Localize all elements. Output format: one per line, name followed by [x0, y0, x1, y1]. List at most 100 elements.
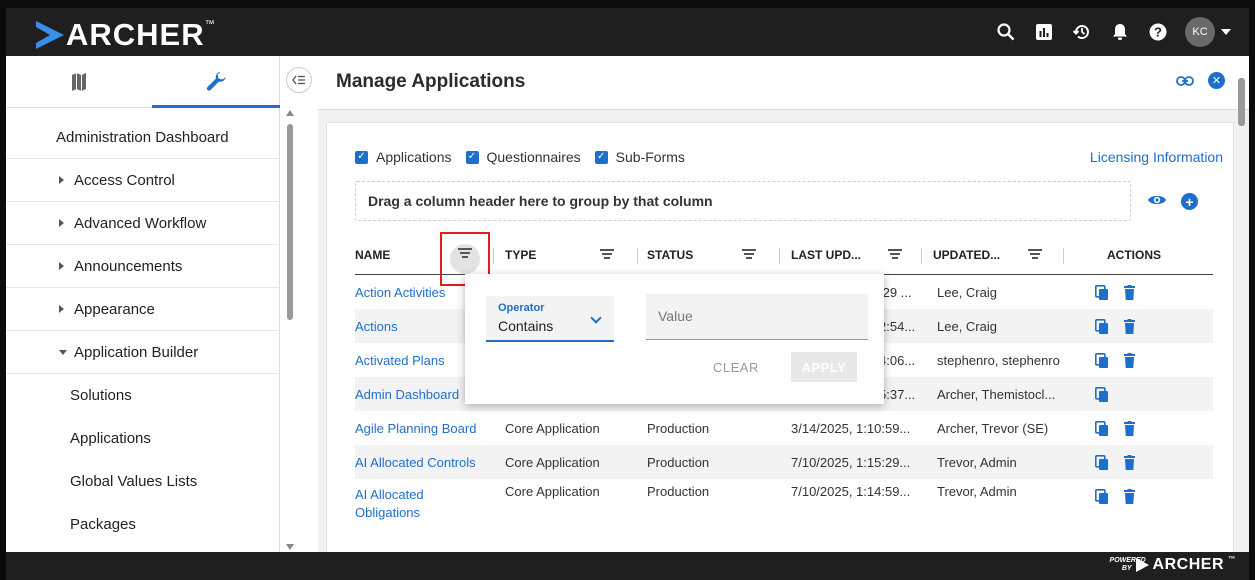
copy-icon[interactable] — [1095, 285, 1109, 306]
tab-workspace[interactable] — [6, 56, 152, 108]
nav-solutions[interactable]: Solutions — [6, 374, 280, 417]
nav-administration-dashboard[interactable]: Administration Dashboard — [6, 116, 280, 159]
nav-access-control[interactable]: Access Control — [6, 159, 280, 202]
admin-nav: Administration Dashboard Access Control … — [6, 116, 280, 546]
nav-appearance[interactable]: Appearance — [6, 288, 280, 331]
close-icon[interactable]: ✕ — [1208, 72, 1225, 89]
eye-icon[interactable] — [1147, 193, 1167, 212]
questionnaires-checkbox[interactable]: ✓ Questionnaires — [465, 149, 581, 165]
nav-application-builder[interactable]: Application Builder — [6, 331, 280, 374]
expand-arrow-icon — [59, 219, 64, 227]
scrollbar-thumb[interactable] — [287, 124, 293, 320]
history-icon[interactable] — [1063, 8, 1101, 56]
subforms-checkbox[interactable]: ✓ Sub-Forms — [594, 149, 685, 165]
nav-announcements[interactable]: Announcements — [6, 245, 280, 288]
app-type: Core Application — [505, 483, 600, 499]
left-panel: Administration Dashboard Access Control … — [6, 56, 280, 552]
updated-by: Lee, Craig — [937, 318, 997, 334]
app-name-link[interactable]: AI Allocated Obligations — [355, 479, 424, 529]
copy-icon[interactable] — [1095, 353, 1109, 374]
help-icon[interactable]: ? — [1139, 8, 1177, 56]
filter-icon[interactable] — [599, 247, 615, 261]
checkbox-label: Sub-Forms — [615, 149, 685, 165]
brand-name: ARCHER — [66, 17, 205, 52]
licensing-information-link[interactable]: Licensing Information — [1090, 149, 1223, 165]
app-name-link[interactable]: AI Allocated Controls — [355, 445, 476, 479]
nav-label: Packages — [70, 516, 136, 533]
reports-icon[interactable] — [1025, 8, 1063, 56]
apply-button[interactable]: APPLY — [791, 352, 857, 382]
link-icon[interactable] — [1176, 75, 1194, 86]
user-menu-caret-icon[interactable] — [1221, 29, 1231, 35]
app-status: Production — [647, 454, 710, 470]
header-actions: ✕ — [1176, 72, 1225, 89]
column-header-name[interactable]: NAME — [355, 235, 390, 275]
app-name-line: AI Allocated — [355, 487, 424, 502]
expand-arrow-icon — [59, 262, 64, 270]
app-name-link[interactable]: Agile Planning Board — [355, 411, 476, 445]
expand-arrow-icon — [59, 305, 64, 313]
bell-icon[interactable] — [1101, 8, 1139, 56]
app-name-link[interactable]: Action Activities — [355, 275, 445, 309]
column-header-updated-by[interactable]: UPDATED... — [933, 235, 1000, 275]
nav-global-values-lists[interactable]: Global Values Lists — [6, 460, 280, 503]
collapse-panel-button[interactable] — [286, 67, 312, 93]
archer-logo[interactable]: ARCHER ™ — [36, 17, 215, 53]
footer-brand-tm: ™ — [1228, 556, 1235, 563]
app-name-link[interactable]: Admin Dashboard — [355, 377, 459, 411]
value-placeholder: Value — [658, 308, 693, 324]
nav-label: Advanced Workflow — [74, 214, 207, 232]
copy-icon[interactable] — [1095, 387, 1109, 408]
operator-value: Contains — [498, 318, 554, 334]
app-name-link[interactable]: Actions — [355, 309, 398, 343]
column-header-last-updated[interactable]: LAST UPD... — [791, 235, 861, 275]
left-scrollbar[interactable] — [286, 110, 294, 550]
scroll-up-icon[interactable] — [286, 110, 294, 116]
clear-button[interactable]: CLEAR — [713, 360, 759, 375]
copy-icon[interactable] — [1095, 455, 1109, 476]
app-name-line: Obligations — [355, 505, 421, 520]
filter-value-input[interactable]: Value — [646, 294, 868, 340]
search-icon[interactable] — [987, 8, 1025, 56]
copy-icon[interactable] — [1095, 319, 1109, 340]
updated-by: Trevor, Admin — [937, 454, 1017, 470]
tab-admin[interactable] — [152, 56, 280, 108]
scroll-down-icon[interactable] — [286, 544, 294, 550]
applications-checkbox[interactable]: ✓ Applications — [355, 149, 452, 165]
collapse-arrow-icon — [59, 350, 67, 355]
operator-select[interactable]: Operator Contains — [486, 296, 614, 342]
trash-icon[interactable] — [1124, 455, 1135, 475]
powered-by-archer-logo: POWERED BY ARCHER ™ — [1110, 556, 1235, 574]
column-header-status[interactable]: STATUS — [647, 235, 693, 275]
right-scrollbar[interactable] — [1238, 60, 1245, 550]
trash-icon[interactable] — [1124, 489, 1135, 509]
updated-by: Trevor, Admin — [937, 483, 1017, 499]
filter-icon[interactable] — [741, 247, 757, 261]
last-updated: 3/14/2025, 1:10:59... — [791, 420, 911, 436]
nav-label: Administration Dashboard — [56, 128, 229, 146]
trash-icon[interactable] — [1124, 285, 1135, 305]
trash-icon[interactable] — [1124, 319, 1135, 339]
app-status: Production — [647, 420, 710, 436]
filter-icon[interactable] — [887, 247, 903, 261]
nav-label: Announcements — [74, 257, 183, 275]
copy-icon[interactable] — [1095, 489, 1109, 510]
app-name-link[interactable]: Activated Plans — [355, 343, 445, 377]
scrollbar-thumb[interactable] — [1238, 78, 1245, 126]
filter-icon[interactable] — [1027, 247, 1043, 261]
group-by-drop-area[interactable]: Drag a column header here to group by th… — [355, 181, 1131, 221]
nav-advanced-workflow[interactable]: Advanced Workflow — [6, 202, 280, 245]
column-header-type[interactable]: TYPE — [505, 235, 536, 275]
trash-icon[interactable] — [1124, 421, 1135, 441]
trash-icon[interactable] — [1124, 353, 1135, 373]
add-application-button[interactable]: + — [1181, 193, 1198, 210]
column-separator — [493, 248, 494, 264]
nav-label: Application Builder — [74, 343, 199, 361]
copy-icon[interactable] — [1095, 421, 1109, 442]
nav-applications[interactable]: Applications — [6, 417, 280, 460]
archer-chevron-icon — [36, 21, 64, 49]
checkbox-checked-icon: ✓ — [594, 150, 608, 164]
avatar[interactable]: KC — [1185, 17, 1215, 47]
nav-packages[interactable]: Packages — [6, 503, 280, 546]
column-separator — [637, 248, 638, 264]
